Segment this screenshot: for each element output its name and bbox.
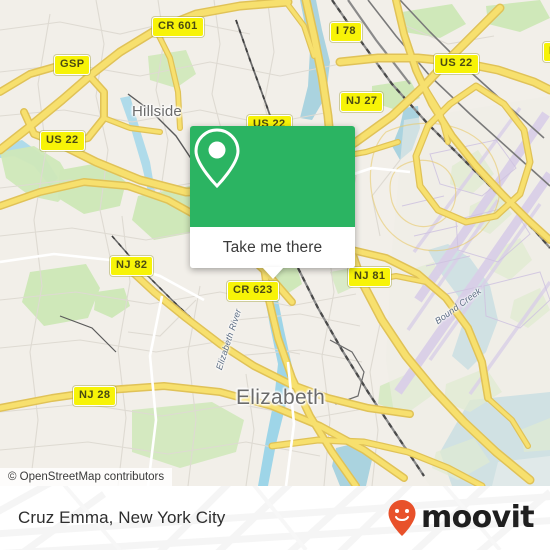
map-canvas[interactable]: CR 601 I 78 US 22 I GSP NJ 27 US 22 US 2…: [0, 0, 550, 486]
road-shield-nj-82[interactable]: NJ 82: [110, 256, 154, 276]
moovit-smiley-pin-icon: [388, 500, 416, 536]
callout-tail: [261, 267, 284, 279]
road-shield-gsp[interactable]: GSP: [54, 55, 91, 75]
map-pin-icon: [194, 128, 240, 189]
place-label-elizabeth: Elizabeth: [236, 386, 326, 409]
road-shield-i-78[interactable]: I 78: [330, 22, 362, 42]
take-me-there-callout[interactable]: Take me there: [190, 126, 355, 279]
location-title: Cruz Emma, New York City: [18, 486, 225, 550]
road-shield-i-partial[interactable]: I: [543, 42, 550, 62]
location-title-text: Cruz Emma, New York City: [18, 508, 226, 527]
road-shield-us-22-w[interactable]: US 22: [40, 131, 85, 151]
callout-action-bar[interactable]: Take me there: [190, 227, 355, 268]
moovit-wordmark: moovit: [420, 500, 535, 535]
take-me-there-label: Take me there: [222, 238, 323, 256]
road-shield-nj-27[interactable]: NJ 27: [340, 92, 384, 112]
map-attribution[interactable]: © OpenStreetMap contributors: [0, 468, 173, 486]
road-shield-nj-81[interactable]: NJ 81: [348, 267, 392, 287]
callout-header: [190, 126, 355, 227]
footer-bar: Cruz Emma, New York City moovit: [0, 486, 550, 550]
road-shield-cr-623[interactable]: CR 623: [227, 281, 279, 301]
road-shield-nj-28[interactable]: NJ 28: [73, 386, 117, 406]
road-shield-cr-601[interactable]: CR 601: [152, 17, 204, 37]
moovit-brand[interactable]: moovit: [387, 486, 535, 550]
screenshot-root: CR 601 I 78 US 22 I GSP NJ 27 US 22 US 2…: [0, 0, 550, 550]
place-label-hillside: Hillside: [132, 103, 182, 120]
road-shield-us-22-ne[interactable]: US 22: [434, 54, 479, 74]
